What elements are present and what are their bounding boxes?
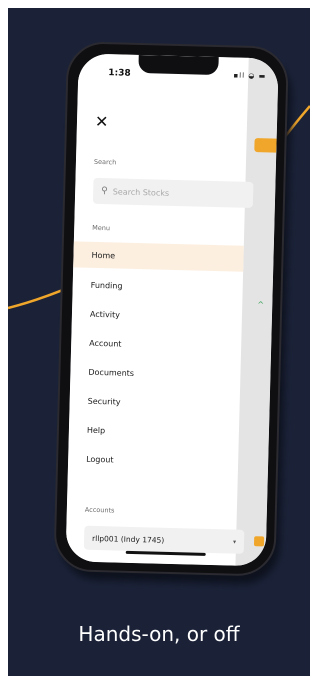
menu-item-help[interactable]: Help <box>69 416 240 446</box>
search-placeholder: Search Stocks <box>112 186 170 198</box>
phone-frame: ^ ✕ Search ⚲ Search Stocks Menu Home Fun… <box>53 41 290 577</box>
accounts-dropdown[interactable]: rllp001 (Indy 1745) ▾ <box>83 525 245 554</box>
close-icon[interactable]: ✕ <box>95 112 109 131</box>
menu-item-security[interactable]: Security <box>69 387 240 417</box>
promo-card: ^ ✕ Search ⚲ Search Stocks Menu Home Fun… <box>8 8 310 676</box>
menu-item-funding[interactable]: Funding <box>72 271 243 301</box>
tagline: Hands-on, or off <box>78 622 240 646</box>
app-accent-button <box>254 138 277 153</box>
success-check-icon: ^ <box>257 300 265 310</box>
menu-item-logout[interactable]: Logout <box>68 445 239 475</box>
search-icon: ⚲ <box>101 186 108 197</box>
menu-item-account[interactable]: Account <box>71 329 242 359</box>
phone-notch <box>138 54 219 76</box>
menu-item-documents[interactable]: Documents <box>70 358 241 388</box>
menu-item-home[interactable]: Home <box>73 241 244 272</box>
phone-mockup: ^ ✕ Search ⚲ Search Stocks Menu Home Fun… <box>53 41 297 587</box>
phone-screen: ^ ✕ Search ⚲ Search Stocks Menu Home Fun… <box>65 53 279 567</box>
accounts-selected-value: rllp001 (Indy 1745) <box>91 533 165 545</box>
accounts-section-label: Accounts <box>84 505 115 515</box>
chevron-down-icon: ▾ <box>232 538 237 546</box>
status-time: 1:38 <box>108 68 131 79</box>
app-corner-badge <box>253 536 265 547</box>
menu-section-label: Menu <box>92 223 111 233</box>
status-icons: ▪ll ◒ ▬ <box>233 71 267 81</box>
navigation-drawer: ✕ Search ⚲ Search Stocks Menu Home Fundi… <box>65 53 254 566</box>
menu-item-activity[interactable]: Activity <box>72 300 243 330</box>
search-section-label: Search <box>93 157 117 167</box>
search-input[interactable]: ⚲ Search Stocks <box>92 177 254 209</box>
